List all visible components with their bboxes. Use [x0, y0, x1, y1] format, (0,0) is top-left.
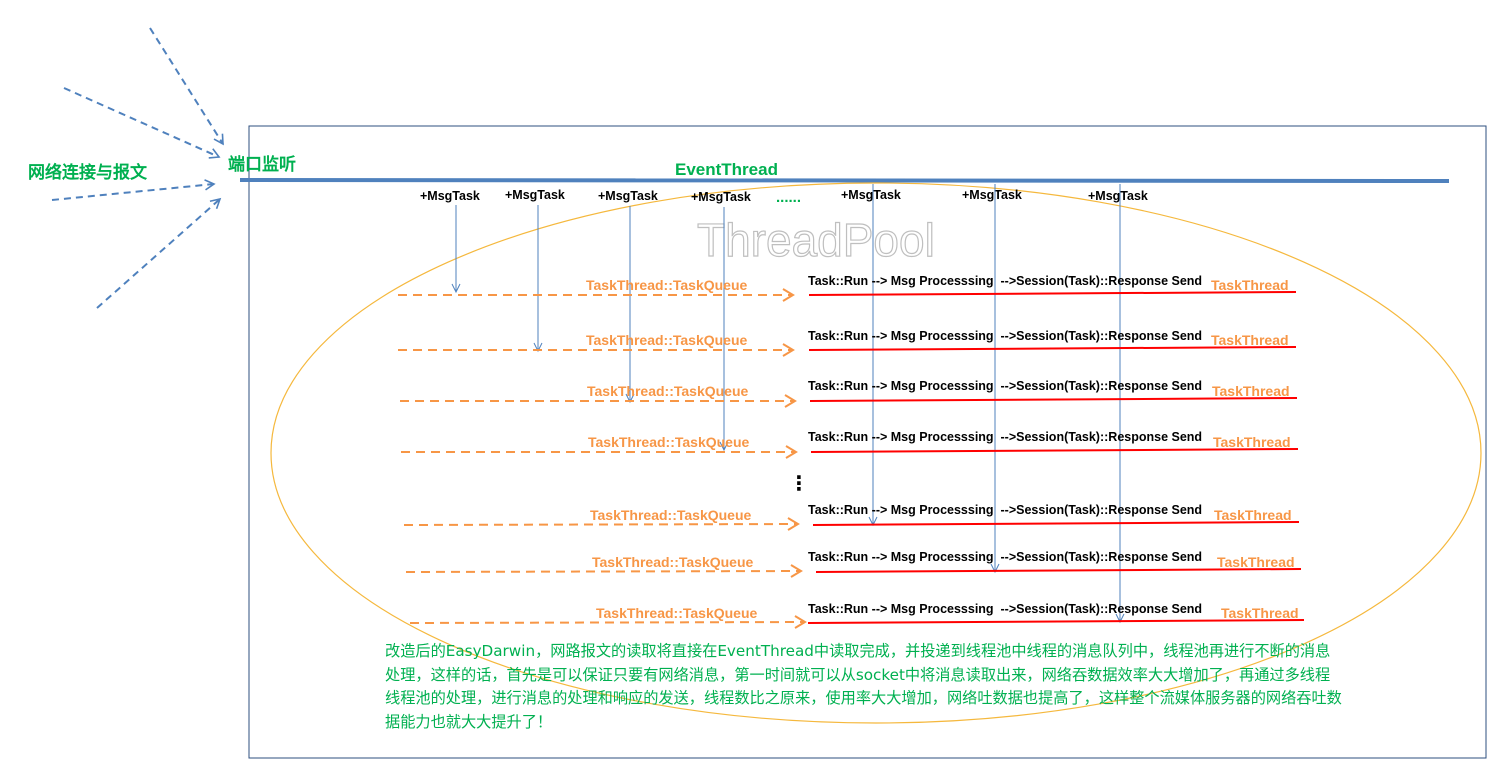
task-run-label: Task::Run --> Msg Processsing -->Session…	[808, 379, 1202, 393]
msgtask-label: +MsgTask	[505, 188, 565, 202]
task-thread-row: TaskThread::TaskQueue Task::Run --> Msg …	[398, 329, 1297, 357]
task-thread-label: TaskThread	[1221, 605, 1299, 621]
task-run-label: Task::Run --> Msg Processsing -->Session…	[808, 274, 1202, 288]
network-connection-label: 网络连接与报文	[28, 162, 148, 183]
threadpool-watermark: ThreadPool	[697, 214, 935, 266]
task-thread-label: TaskThread	[1212, 383, 1290, 399]
msgtask-labels: +MsgTask +MsgTask +MsgTask +MsgTask +Msg…	[420, 188, 1148, 206]
task-queue-label: TaskThread::TaskQueue	[586, 277, 748, 293]
task-thread-label: TaskThread	[1214, 507, 1292, 523]
task-queue-label: TaskThread::TaskQueue	[592, 554, 754, 570]
msgtask-label: +MsgTask	[962, 188, 1022, 202]
task-run-label: Task::Run --> Msg Processsing -->Session…	[808, 430, 1202, 444]
task-queue-arrow	[403, 517, 800, 531]
event-thread-label: EventThread	[675, 160, 778, 179]
task-thread-row: TaskThread::TaskQueue Task::Run --> Msg …	[405, 550, 1302, 578]
msgtask-label: +MsgTask	[841, 188, 901, 202]
msgtask-label: +MsgTask	[1088, 189, 1148, 203]
incoming-arrow	[149, 27, 224, 146]
event-thread-bar	[239, 178, 1450, 183]
description-text: 改造后的EasyDarwin，网路报文的读取将直接在EventThread中读取…	[385, 642, 1342, 731]
task-thread-rows: TaskThread::TaskQueue Task::Run --> Msg …	[398, 274, 1305, 629]
task-thread-row: TaskThread::TaskQueue Task::Run --> Msg …	[400, 379, 1298, 408]
task-queue-label: TaskThread::TaskQueue	[588, 434, 750, 450]
task-thread-label: TaskThread	[1211, 277, 1289, 293]
task-queue-label: TaskThread::TaskQueue	[587, 383, 749, 399]
msgtask-label: +MsgTask	[598, 189, 658, 203]
msgtask-ellipsis: ......	[776, 189, 801, 206]
incoming-arrow	[63, 87, 221, 159]
msgtask-label: +MsgTask	[691, 190, 751, 204]
task-thread-label: TaskThread	[1213, 434, 1291, 450]
task-thread-row: TaskThread::TaskQueue Task::Run --> Msg …	[401, 430, 1299, 459]
port-listen-label: 端口监听	[228, 154, 296, 175]
task-queue-label: TaskThread::TaskQueue	[586, 332, 748, 348]
msgtask-label: +MsgTask	[420, 189, 480, 203]
task-run-label: Task::Run --> Msg Processsing -->Session…	[808, 329, 1202, 343]
rows-vertical-ellipsis: ⋮	[789, 471, 809, 495]
task-queue-arrow	[409, 615, 807, 629]
task-queue-arrow	[405, 564, 803, 578]
task-run-label: Task::Run --> Msg Processsing -->Session…	[808, 602, 1202, 616]
task-thread-row: TaskThread::TaskQueue Task::Run --> Msg …	[403, 503, 1300, 531]
task-run-label: Task::Run --> Msg Processsing -->Session…	[808, 550, 1202, 564]
task-run-label: Task::Run --> Msg Processsing -->Session…	[808, 503, 1202, 517]
incoming-arrow	[51, 179, 216, 201]
incoming-arrow	[96, 197, 222, 309]
task-thread-label: TaskThread	[1211, 332, 1289, 348]
task-thread-label: TaskThread	[1217, 554, 1295, 570]
task-queue-label: TaskThread::TaskQueue	[590, 507, 752, 523]
task-thread-row: TaskThread::TaskQueue Task::Run --> Msg …	[409, 602, 1305, 629]
task-thread-row: TaskThread::TaskQueue Task::Run --> Msg …	[398, 274, 1297, 302]
task-queue-label: TaskThread::TaskQueue	[596, 605, 758, 621]
